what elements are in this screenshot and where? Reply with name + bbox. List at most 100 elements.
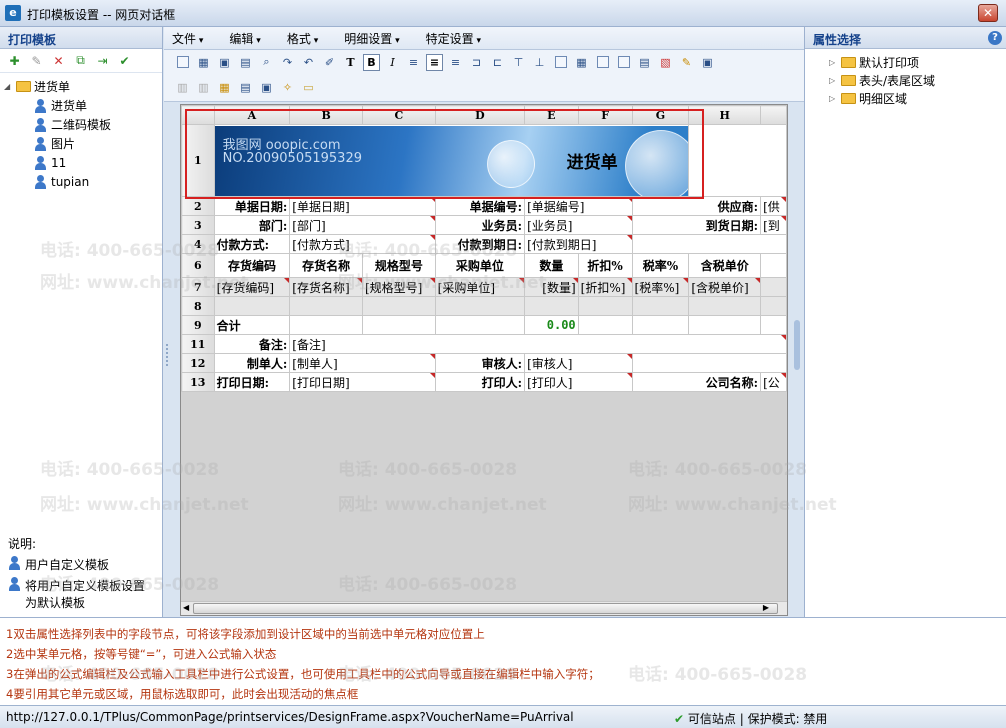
cell[interactable]: [折扣%] bbox=[577, 277, 633, 297]
row-header[interactable]: 3 bbox=[181, 215, 215, 235]
cell[interactable]: 制单人: bbox=[213, 353, 291, 373]
cell[interactable]: 合计 bbox=[213, 315, 291, 335]
cell[interactable] bbox=[631, 315, 690, 335]
export-template-icon[interactable]: ⇥ bbox=[94, 52, 111, 69]
redo-icon[interactable]: ↷ bbox=[279, 54, 296, 71]
row-header[interactable]: 8 bbox=[181, 296, 215, 316]
cell[interactable]: 打印日期: bbox=[213, 372, 291, 392]
folder-open-icon[interactable]: ▭ bbox=[300, 79, 317, 96]
cell[interactable]: 存货名称 bbox=[289, 253, 363, 278]
save-icon[interactable]: ▦ bbox=[195, 54, 212, 71]
sheet-grid[interactable]: A B C D E F G H 1 我图网 ooopic.com NO.2009… bbox=[181, 105, 787, 392]
cell[interactable]: 折扣% bbox=[577, 253, 633, 278]
table-icon[interactable]: ▦ bbox=[216, 79, 233, 96]
undo-icon[interactable]: ↶ bbox=[300, 54, 317, 71]
cell[interactable]: [审核人] bbox=[524, 353, 633, 373]
cell[interactable] bbox=[361, 315, 436, 335]
menu-format[interactable]: 格式 bbox=[287, 30, 318, 47]
cell[interactable] bbox=[688, 296, 762, 316]
cell[interactable]: [到 bbox=[760, 215, 787, 235]
tree-root[interactable]: ◢ 进货单 bbox=[4, 77, 158, 96]
column-header[interactable]: B bbox=[289, 105, 363, 125]
cell[interactable]: [付款方式] bbox=[289, 234, 436, 254]
merge-icon[interactable]: ⊏ bbox=[489, 54, 506, 71]
cell[interactable]: [打印日期] bbox=[289, 372, 436, 392]
cell[interactable]: [供 bbox=[760, 196, 787, 216]
cell-icon[interactable] bbox=[594, 54, 611, 71]
scroll-thumb[interactable] bbox=[193, 603, 778, 614]
format-painter-icon[interactable]: ✐ bbox=[321, 54, 338, 71]
cell[interactable] bbox=[213, 296, 291, 316]
tree-item[interactable]: tupian bbox=[4, 172, 158, 191]
column-header[interactable]: D bbox=[434, 105, 526, 125]
tree-item[interactable]: 二维码模板 bbox=[4, 115, 158, 134]
help-icon[interactable]: ? bbox=[988, 31, 1002, 45]
cell[interactable]: 存货编码 bbox=[213, 253, 291, 278]
cell[interactable]: 供应商: bbox=[631, 196, 762, 216]
cell[interactable]: [存货名称] bbox=[289, 277, 363, 297]
cell[interactable]: 单据日期: bbox=[213, 196, 291, 216]
menu-detail-settings[interactable]: 明细设置 bbox=[344, 30, 399, 47]
column-header[interactable]: G bbox=[631, 105, 690, 125]
right-splitter[interactable] bbox=[794, 320, 800, 370]
italic-icon[interactable]: I bbox=[384, 54, 401, 71]
find-icon[interactable]: ⌕ bbox=[258, 54, 275, 71]
cell[interactable] bbox=[289, 315, 363, 335]
cell[interactable] bbox=[631, 353, 787, 373]
expand-icon[interactable]: ▷ bbox=[829, 76, 839, 85]
row-header[interactable]: 1 bbox=[181, 124, 215, 197]
cell[interactable] bbox=[631, 296, 690, 316]
sheet-icon[interactable]: ▤ bbox=[237, 79, 254, 96]
tree-split-icon[interactable]: ⊤ bbox=[510, 54, 527, 71]
new-icon[interactable] bbox=[174, 54, 191, 71]
bold-icon[interactable]: B bbox=[363, 53, 380, 71]
cell[interactable]: 到货日期: bbox=[631, 215, 762, 235]
row-header[interactable]: 4 bbox=[181, 234, 215, 254]
cell[interactable]: [备注] bbox=[289, 334, 787, 354]
cell[interactable] bbox=[524, 296, 579, 316]
cell[interactable]: [制单人] bbox=[289, 353, 436, 373]
cell[interactable]: [采购单位] bbox=[434, 277, 526, 297]
cell[interactable]: 采购单位 bbox=[434, 253, 526, 278]
row-header[interactable]: 11 bbox=[181, 334, 215, 354]
delete-template-icon[interactable]: ✕ bbox=[50, 52, 67, 69]
scroll-left-icon[interactable]: ◀ bbox=[183, 603, 189, 612]
image-icon[interactable]: ▣ bbox=[258, 79, 275, 96]
design-sheet[interactable]: A B C D E F G H 1 我图网 ooopic.com NO.2009… bbox=[180, 104, 788, 616]
cell[interactable] bbox=[760, 253, 787, 278]
row-height-icon[interactable]: ▥ bbox=[195, 79, 212, 96]
row-header[interactable]: 2 bbox=[181, 196, 215, 216]
copy-template-icon[interactable]: ⧉ bbox=[72, 52, 89, 69]
new-template-icon[interactable]: ✚ bbox=[6, 52, 23, 69]
menu-specific-settings[interactable]: 特定设置 bbox=[426, 30, 481, 47]
tree-item[interactable]: 图片 bbox=[4, 134, 158, 153]
cell[interactable]: [数量] bbox=[524, 277, 579, 297]
cell[interactable]: [公 bbox=[760, 372, 787, 392]
row-header[interactable]: 7 bbox=[181, 277, 215, 297]
column-header[interactable]: C bbox=[361, 105, 436, 125]
cell[interactable]: [单据编号] bbox=[524, 196, 633, 216]
row-header[interactable]: 9 bbox=[181, 315, 215, 335]
horizontal-scrollbar[interactable]: ◀ ▶ bbox=[181, 601, 787, 615]
cell[interactable]: 审核人: bbox=[434, 353, 526, 373]
cell[interactable]: [业务员] bbox=[524, 215, 633, 235]
cell[interactable]: 规格型号 bbox=[361, 253, 436, 278]
property-node[interactable]: ▷ 明细区域 bbox=[829, 89, 1006, 107]
menu-edit[interactable]: 编辑 bbox=[229, 30, 260, 47]
row-header[interactable]: 6 bbox=[181, 253, 215, 278]
cell[interactable]: 0.00 bbox=[524, 315, 579, 335]
column-header[interactable]: A bbox=[213, 105, 291, 125]
delete-row-icon[interactable]: ▧ bbox=[657, 54, 674, 71]
cell[interactable]: 打印人: bbox=[434, 372, 526, 392]
left-splitter[interactable] bbox=[166, 344, 172, 366]
cell[interactable]: 税率% bbox=[631, 253, 690, 278]
banner-cell[interactable]: 我图网 ooopic.com NO.20090505195329 进货单 bbox=[213, 124, 690, 197]
property-node[interactable]: ▷ 表头/表尾区域 bbox=[829, 71, 1006, 89]
cell[interactable] bbox=[688, 124, 787, 197]
tree-item[interactable]: 11 bbox=[4, 153, 158, 172]
edit-template-icon[interactable]: ✎ bbox=[28, 52, 45, 69]
column-header[interactable]: E bbox=[524, 105, 579, 125]
cell[interactable]: [部门] bbox=[289, 215, 436, 235]
column-header[interactable]: H bbox=[688, 105, 762, 125]
tree-item[interactable]: 进货单 bbox=[4, 96, 158, 115]
